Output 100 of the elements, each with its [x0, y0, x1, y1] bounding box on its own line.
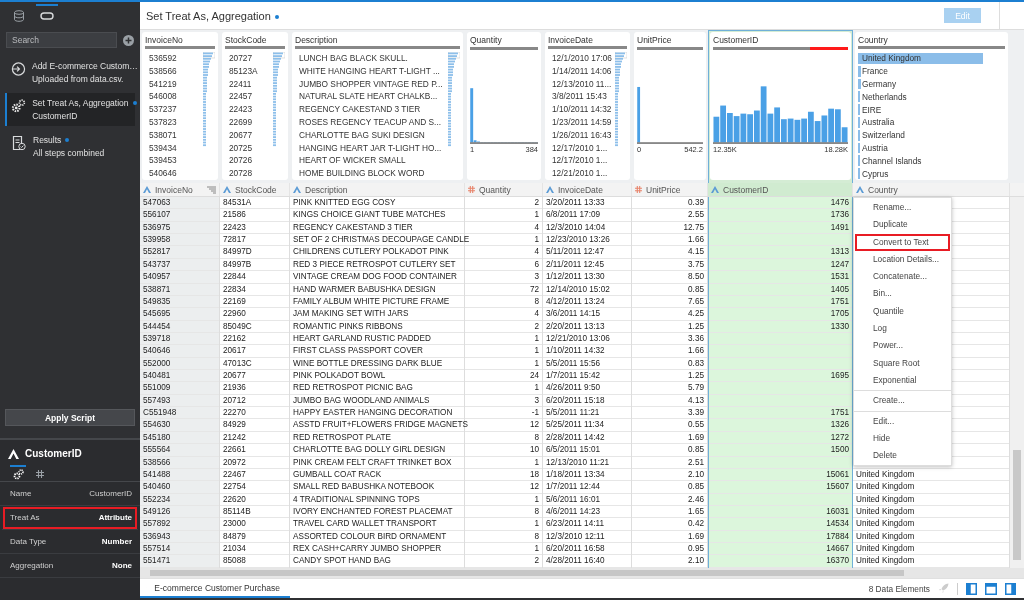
value-item[interactable]: CHARLOTTE BAG SUKI DESIGN: [299, 128, 443, 142]
highlighted-property-row[interactable]: Treat As Attribute: [2, 506, 138, 530]
menu-item[interactable]: Delete: [854, 447, 951, 465]
table-cell: HEART GARLAND RUSTIC PADDED: [293, 333, 431, 343]
value-item[interactable]: 537237: [149, 103, 177, 116]
value-item[interactable]: 1/14/2011 14:06: [552, 64, 612, 78]
properties-tab[interactable]: [10, 465, 26, 481]
column-header[interactable]: Quantity: [465, 183, 543, 196]
value-item[interactable]: HOME BUILDING BLOCK WORD: [299, 167, 443, 180]
column-header[interactable]: CustomerID: [708, 183, 853, 196]
right-panel-icon[interactable]: [1005, 582, 1016, 595]
value-item[interactable]: Germany: [858, 77, 1005, 91]
value-item[interactable]: 22411: [229, 77, 258, 91]
table-cell: 539958: [143, 235, 171, 245]
menu-item[interactable]: Duplicate: [854, 216, 951, 234]
value-item[interactable]: 1/10/2011 14:32: [552, 103, 612, 116]
value-item[interactable]: 12/1/2010 17:06: [552, 52, 612, 65]
column-summary-card[interactable]: StockCode 20727 85123A 22411 22457 22423 22699 20677 20725 20726 20728: [222, 32, 288, 180]
value-item[interactable]: 85123A: [229, 64, 258, 78]
table-cell: 22467: [223, 469, 246, 479]
value-item[interactable]: 539434: [149, 141, 177, 155]
value-item[interactable]: LUNCH BAG BLACK SKULL.: [299, 52, 443, 65]
search-field[interactable]: Search: [6, 32, 117, 48]
step-item[interactable]: Results All steps combined: [5, 130, 135, 163]
table-cell: 1736: [830, 210, 849, 220]
value-item[interactable]: Austria: [858, 141, 1005, 155]
value-item[interactable]: Netherlands: [858, 90, 1005, 104]
menu-item[interactable]: Create...: [854, 392, 951, 410]
table-cell: 72817: [223, 235, 246, 245]
value-item[interactable]: Cyprus: [858, 167, 1005, 180]
value-item[interactable]: 20728: [229, 167, 258, 180]
menu-item[interactable]: Concatenate...: [854, 268, 951, 286]
value-item[interactable]: 12/21/2010 1...: [552, 167, 612, 180]
menu-item[interactable]: Edit...: [854, 412, 951, 430]
value-item[interactable]: 540646: [149, 167, 177, 180]
menu-item[interactable]: Square Root: [854, 354, 951, 372]
column-header[interactable]: Description: [290, 183, 465, 196]
value-item[interactable]: 546008: [149, 90, 177, 104]
value-item[interactable]: HANGING HEART JAR T-LIGHT HO...: [299, 141, 443, 155]
value-item[interactable]: 12/13/2010 11...: [552, 77, 612, 91]
value-item[interactable]: 20727: [229, 52, 258, 65]
value-item[interactable]: JUMBO SHOPPER VINTAGE RED P...: [299, 77, 443, 91]
value-item[interactable]: 22423: [229, 103, 258, 116]
table-cell: 540957: [143, 272, 171, 282]
menu-item[interactable]: Power...: [854, 337, 951, 355]
attribute-icon: [546, 186, 554, 193]
column-summary-card[interactable]: InvoiceNo 536592 538566 541219 546008 537237 537823 538071 539434 539453 540646: [142, 32, 218, 180]
menu-item[interactable]: Rename...: [854, 199, 951, 217]
value-item[interactable]: 20726: [229, 154, 258, 168]
step-item[interactable]: Add E-commerce Custom… Uploaded from data.csv.: [5, 56, 135, 89]
menu-item[interactable]: Log: [854, 320, 951, 338]
value-item[interactable]: United Kingdom: [858, 52, 1005, 65]
value-item[interactable]: 541219: [149, 77, 177, 91]
value-item[interactable]: 12/17/2010 1...: [552, 154, 612, 168]
menu-item[interactable]: Location Details...: [854, 250, 951, 269]
value-item[interactable]: 20725: [229, 141, 258, 155]
value-item[interactable]: NATURAL SLATE HEART CHALKB...: [299, 90, 443, 104]
value-item[interactable]: Switzerland: [858, 128, 1005, 142]
value-item[interactable]: EIRE: [858, 103, 1005, 116]
table-cell: REGENCY CAKESTAND 3 TIER: [293, 222, 413, 232]
value-item[interactable]: 22457: [229, 90, 258, 104]
left-panel-icon[interactable]: [966, 582, 977, 595]
value-item[interactable]: 1/23/2011 14:59: [552, 116, 612, 129]
value-item[interactable]: Channel Islands: [858, 154, 1005, 168]
apply-script-button[interactable]: Apply Script: [5, 409, 135, 426]
value-item[interactable]: 537823: [149, 116, 177, 129]
table-cell: 22844: [223, 272, 246, 282]
table-cell: C551948: [143, 408, 177, 418]
column-header[interactable]: StockCode: [220, 183, 290, 196]
value-item[interactable]: 3/8/2011 15:43: [552, 90, 612, 104]
value-item[interactable]: 538566: [149, 64, 177, 78]
column-summary-card[interactable]: [292, 32, 463, 180]
value-item[interactable]: Australia: [858, 116, 1005, 129]
value-item[interactable]: 1/26/2011 16:43: [552, 128, 612, 142]
value-item[interactable]: France: [858, 64, 1005, 78]
value-item[interactable]: ROSES REGENCY TEACUP AND S...: [299, 116, 443, 129]
column-header[interactable]: Country: [853, 183, 1010, 196]
value-item[interactable]: 536592: [149, 52, 177, 65]
value-item[interactable]: 539453: [149, 154, 177, 168]
horizontal-scrollbar[interactable]: [140, 568, 1024, 578]
menu-item[interactable]: Convert to Text: [855, 233, 950, 251]
column-summary-card[interactable]: Country United Kingdom France Germany Netherlands EIRE Australia Switzerland Austria Channel Islands Cyprus: [855, 32, 1008, 180]
value-item[interactable]: 20677: [229, 128, 258, 142]
column-summary-card[interactable]: InvoiceDate 12/1/2010 17:06 1/14/2011 14:06 12/13/2010 11... 3/8/2011 15:43 1/10/2011 14:32 1/23/2011 14:59 1/26/2011 16:43 12/17/2010 1... 12/17/2010 1... 12/21/2010 1...: [545, 32, 630, 180]
top-panel-icon[interactable]: [985, 582, 997, 595]
column-header[interactable]: InvoiceDate: [543, 183, 632, 196]
value-item[interactable]: HEART OF WICKER SMALL: [299, 154, 443, 168]
value-item[interactable]: WHITE HANGING HEART T-LIGHT ...: [299, 64, 443, 78]
value-item[interactable]: 22699: [229, 116, 258, 129]
value-item[interactable]: REGENCY CAKESTAND 3 TIER: [299, 103, 443, 116]
add-icon[interactable]: [123, 34, 134, 46]
menu-item[interactable]: Bin...: [854, 285, 951, 303]
menu-item[interactable]: Quantile: [854, 302, 951, 321]
step-item[interactable]: Set Treat As, Aggregation CustomerID: [5, 93, 135, 126]
vertical-scrollbar[interactable]: [1010, 197, 1024, 568]
menu-item[interactable]: Hide: [854, 429, 951, 448]
value-item[interactable]: 538071: [149, 128, 177, 142]
column-header[interactable]: InvoiceNo: [140, 183, 220, 196]
menu-item[interactable]: Exponential: [854, 371, 951, 390]
value-item[interactable]: 12/17/2010 1...: [552, 141, 612, 155]
